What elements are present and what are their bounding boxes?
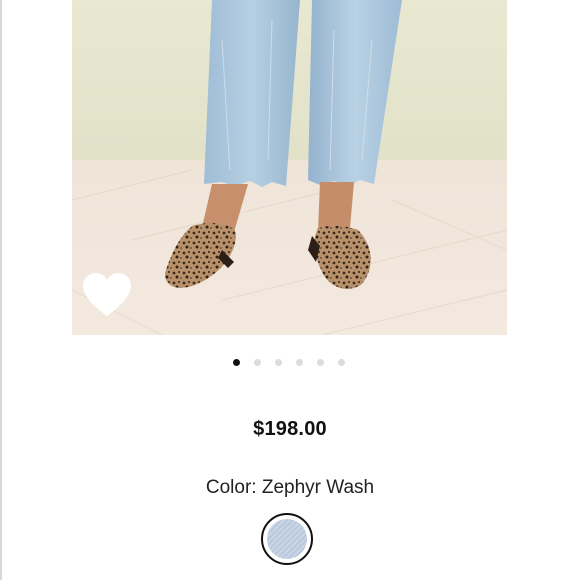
product-price: $198.00 xyxy=(253,418,327,440)
carousel-dot[interactable] xyxy=(296,359,303,366)
carousel-dot[interactable] xyxy=(275,359,282,366)
color-label: Color: Zephyr Wash xyxy=(205,477,375,498)
carousel-dot[interactable] xyxy=(233,359,240,366)
carousel-dots xyxy=(0,359,580,367)
product-photo xyxy=(72,0,507,335)
heart-icon[interactable] xyxy=(81,272,133,318)
color-swatch-zephyr-wash[interactable] xyxy=(261,513,313,565)
carousel-dot[interactable] xyxy=(338,359,345,366)
carousel-dot[interactable] xyxy=(254,359,261,366)
product-image[interactable] xyxy=(72,0,507,335)
swatch-fill xyxy=(267,519,307,559)
product-page: $198.00 Color: Zephyr Wash xyxy=(0,0,580,580)
heart-shape xyxy=(83,273,131,316)
carousel-dot[interactable] xyxy=(317,359,324,366)
